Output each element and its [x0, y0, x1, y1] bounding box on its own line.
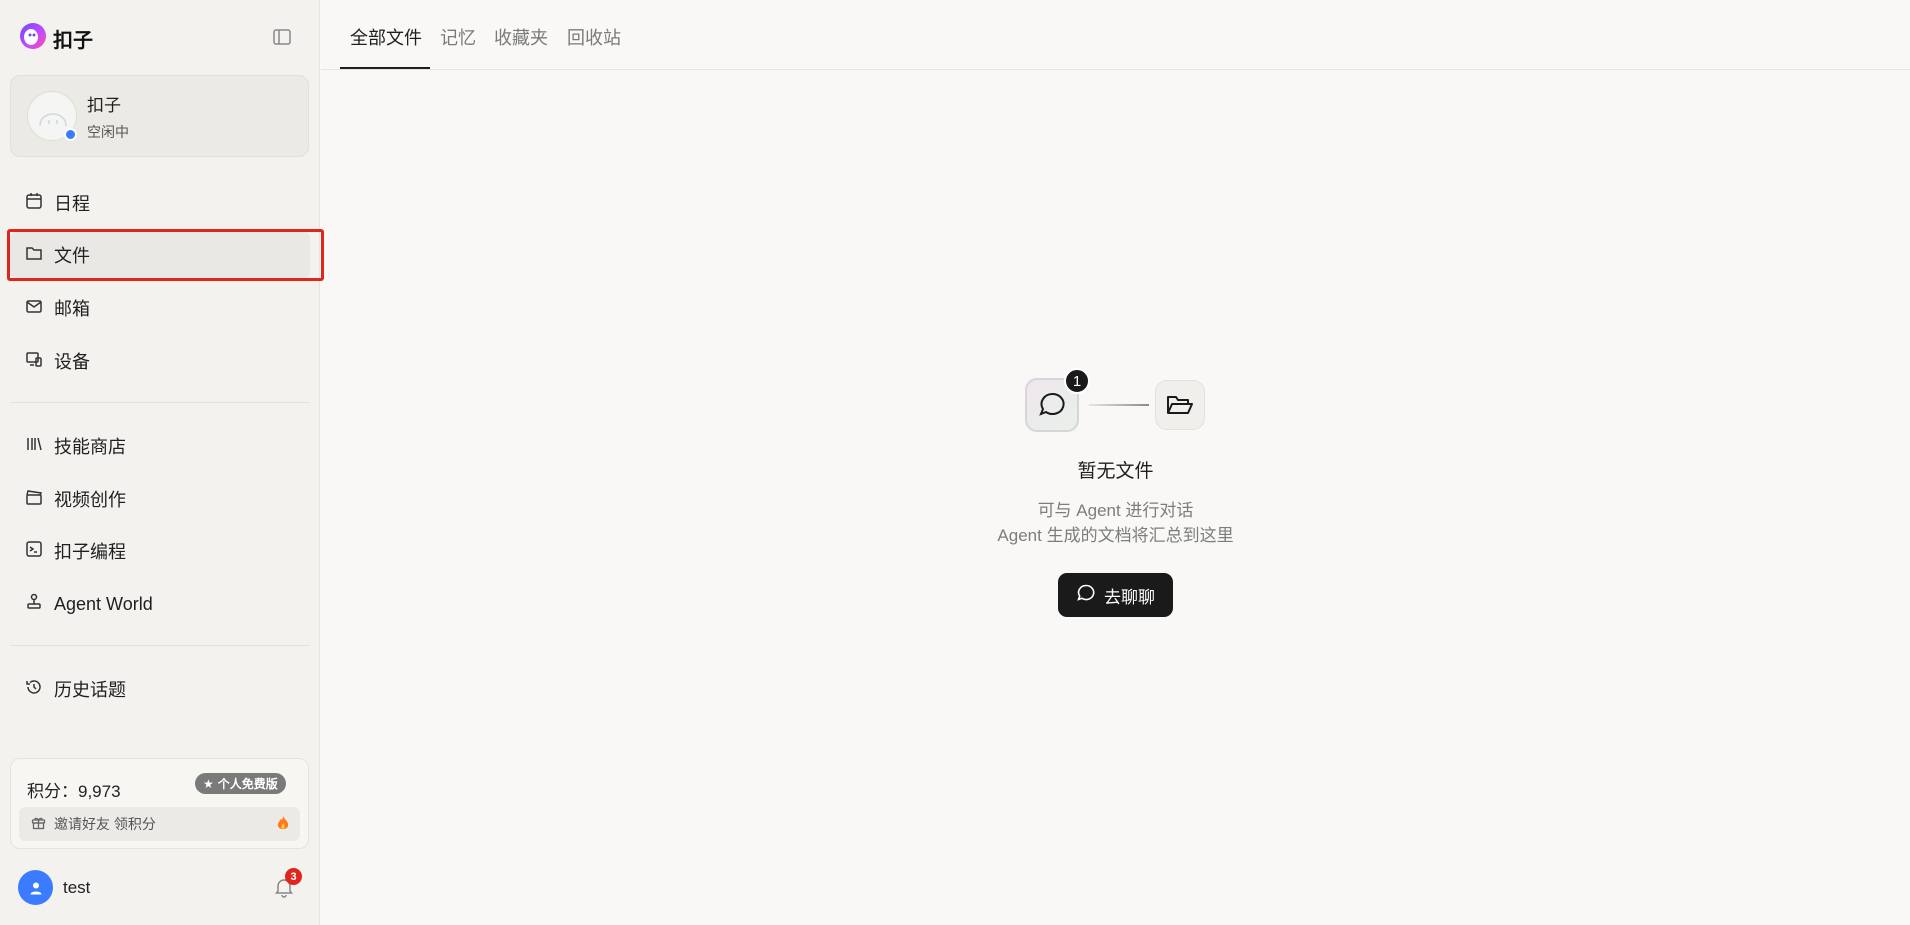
sidebar-item-files[interactable]: 文件: [10, 231, 310, 279]
main-content: 全部文件 记忆 收藏夹 回收站 1 暂无文件 可与 Agent 进行对话 Age…: [321, 0, 1910, 925]
empty-state: 1 暂无文件 可与 Agent 进行对话 Agent 生成的文档将汇总到这里 去…: [321, 0, 1910, 925]
gift-icon: [31, 815, 46, 833]
sidebar-item-label: 日程: [54, 194, 90, 214]
agent-status-dot: [64, 128, 77, 141]
go-chat-label: 去聊聊: [1104, 587, 1155, 607]
sidebar: 扣子 扣子 空闲中 日程 文件 邮箱 设备 技能商店 视频创作 扣子编程 Age…: [0, 0, 324, 925]
sidebar-item-label: 技能商店: [54, 437, 126, 457]
connector-line: [1089, 404, 1149, 406]
agent-card[interactable]: 扣子 空闲中: [10, 75, 309, 157]
sidebar-divider: [10, 645, 310, 646]
folder-icon: [25, 244, 43, 267]
joystick-icon: [25, 593, 43, 616]
empty-description-line2: Agent 生成的文档将汇总到这里: [997, 526, 1234, 545]
sidebar-item-label: 扣子编程: [54, 542, 126, 562]
brand[interactable]: 扣子: [19, 22, 93, 55]
plan-label: 个人免费版: [217, 777, 278, 791]
fire-icon: [276, 815, 290, 834]
mail-icon: [25, 297, 43, 320]
agent-status: 空闲中: [87, 123, 129, 140]
terminal-icon: [25, 540, 43, 563]
sidebar-item-agent-world[interactable]: Agent World: [10, 580, 310, 628]
sidebar-item-skill-store[interactable]: 技能商店: [10, 422, 310, 470]
chat-icon: [1076, 583, 1096, 608]
sidebar-item-video[interactable]: 视频创作: [10, 475, 310, 523]
empty-description-line1: 可与 Agent 进行对话: [1037, 501, 1194, 520]
sidebar-item-coding[interactable]: 扣子编程: [10, 527, 310, 575]
devices-icon: [25, 350, 43, 373]
calendar-icon: [25, 192, 43, 215]
coze-logo-icon: [19, 22, 47, 55]
points-balance: 积分：9,973: [27, 782, 121, 801]
notification-count-badge: 3: [285, 868, 302, 885]
brand-name: 扣子: [53, 30, 93, 52]
library-icon: [25, 435, 43, 458]
sidebar-item-label: 邮箱: [54, 299, 90, 319]
points-card: 积分：9,973 ★ 个人免费版 邀请好友 领积分: [10, 758, 309, 849]
history-icon: [25, 678, 43, 701]
sidebar-item-label: 视频创作: [54, 490, 126, 510]
sidebar-item-label: Agent World: [54, 593, 153, 614]
user-avatar-icon: [18, 870, 53, 905]
sidebar-item-devices[interactable]: 设备: [10, 337, 310, 385]
invite-label: 邀请好友 领积分: [54, 816, 156, 832]
sidebar-item-label: 文件: [54, 246, 90, 266]
sidebar-item-label: 设备: [54, 352, 90, 372]
star-icon: ★: [203, 776, 214, 791]
sidebar-toggle-icon[interactable]: [271, 27, 293, 47]
sidebar-item-history[interactable]: 历史话题: [10, 665, 310, 713]
folder-open-icon: [1155, 380, 1205, 430]
sidebar-item-schedule[interactable]: 日程: [10, 179, 310, 227]
sidebar-item-label: 历史话题: [54, 680, 126, 700]
agent-avatar: [27, 91, 77, 141]
sidebar-item-mail[interactable]: 邮箱: [10, 284, 310, 332]
invite-friends-link[interactable]: 邀请好友 领积分: [19, 807, 300, 841]
go-chat-button[interactable]: 去聊聊: [1058, 573, 1173, 617]
clapperboard-icon: [25, 488, 43, 511]
sidebar-divider: [10, 402, 310, 403]
count-badge: 1: [1064, 368, 1090, 394]
user-name: test: [63, 877, 91, 897]
agent-name: 扣子: [87, 95, 121, 115]
empty-title: 暂无文件: [1077, 461, 1154, 482]
user-profile[interactable]: test: [18, 870, 90, 905]
plan-badge[interactable]: ★ 个人免费版: [195, 773, 286, 794]
